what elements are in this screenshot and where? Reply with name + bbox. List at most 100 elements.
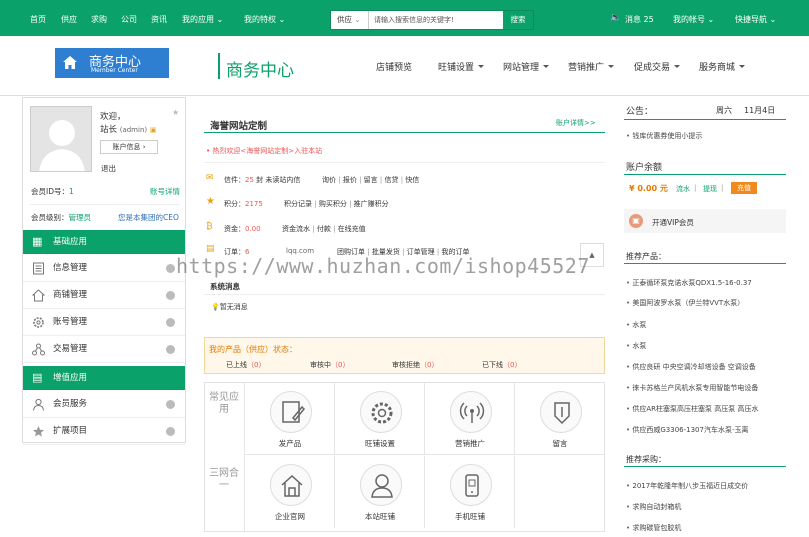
star-icon[interactable]: ★ — [172, 108, 179, 117]
divider — [204, 162, 605, 163]
purchase-item[interactable]: 求购碳管包胶机 — [626, 523, 786, 533]
app-messages[interactable]: 留言 — [515, 383, 605, 455]
quick-nav-menu[interactable]: 快捷导航 ⌄ — [735, 14, 776, 25]
sidebar-item-account[interactable]: 账号管理 — [23, 309, 185, 336]
withdraw-link[interactable]: 提现 — [703, 184, 717, 194]
status-reviewing-label: 审核中 — [310, 361, 331, 369]
user-icon — [33, 398, 44, 411]
purchase-title: 推荐采购： — [626, 455, 666, 464]
sidebar-item-extensions[interactable]: 扩展项目 — [23, 418, 185, 445]
link-earn-points[interactable]: 推广赚积分 — [354, 200, 389, 208]
app-corporate-site[interactable]: 企业官网 — [245, 456, 335, 528]
status-rejected-count: （0） — [420, 361, 439, 369]
recommend-item[interactable]: 徕卡苏格兰产风机水泵专用智能节电设备 — [626, 383, 786, 393]
account-info-button[interactable]: 账户信息 › — [100, 140, 158, 154]
link-message[interactable]: 留言 — [364, 176, 378, 184]
section-value-apps[interactable]: ▤ 增值应用 — [23, 366, 185, 390]
notice-item[interactable]: 钱库优惠券使用小提示 — [626, 131, 786, 141]
top-link-home[interactable]: 首页 — [30, 14, 46, 25]
funds-row: 资金：0.00 — [224, 224, 261, 234]
messages-link[interactable]: 消息 25 — [625, 14, 654, 25]
link-quick-letter[interactable]: 快信 — [405, 176, 419, 184]
search-input[interactable]: 请输入搜索信息的关键字! — [371, 11, 491, 29]
recommend-item[interactable]: 美国阿波罗水泵（伊兰特VVT水泵） — [626, 298, 786, 308]
my-account-menu[interactable]: 我的帐号 ⌄ — [673, 14, 714, 25]
status-reviewing[interactable]: 审核中（0） — [310, 360, 349, 370]
nav-shop-preview[interactable]: 店铺预览 — [376, 60, 412, 73]
my-apps-menu[interactable]: 我的应用 ⌄ — [182, 14, 223, 25]
link-quote[interactable]: 报价 — [343, 176, 357, 184]
link-payment[interactable]: 付款 — [317, 225, 331, 233]
recommend-item[interactable]: 供应西威G3306-1307汽车水泵-玉离 — [626, 425, 786, 435]
house-icon — [270, 464, 312, 506]
sidebar-item-member-service[interactable]: 会员服务 — [23, 391, 185, 418]
top-link-company[interactable]: 公司 — [121, 14, 137, 25]
member-id-value: 1 — [69, 187, 74, 196]
nav-shop-settings[interactable]: 旺铺设置 — [438, 60, 485, 73]
purchase-item[interactable]: 求购自动封箱机 — [626, 502, 786, 512]
recommend-item[interactable]: 供应AR柱塞泵高压柱塞泵 高压泵 高压水 — [626, 404, 786, 414]
account-detail-link-main[interactable]: 账户详情>> — [556, 118, 596, 128]
app-post-product[interactable]: 发产品 — [245, 383, 335, 455]
avatar[interactable] — [30, 106, 92, 172]
letters-links: 询价 | 报价 | 留言 | 信贷 | 快信 — [322, 176, 420, 184]
search-type-select[interactable]: 供应 ⌄ — [331, 11, 369, 29]
account-detail-link[interactable]: 账号详情 — [150, 186, 180, 197]
points-row: 积分：2175 — [224, 199, 263, 209]
app-mobile-shop[interactable]: 手机旺铺 — [425, 456, 515, 528]
app-local-shop[interactable]: 本站旺铺 — [335, 456, 425, 528]
top-link-news[interactable]: 资讯 — [151, 14, 167, 25]
top-link-supply[interactable]: 供应 — [61, 14, 77, 25]
letters-label: 信件： — [224, 176, 245, 184]
letters-count: 25 — [245, 176, 254, 184]
status-online[interactable]: 已上线（0） — [226, 360, 265, 370]
sidebar-item-trade[interactable]: 交易管理 — [23, 336, 185, 363]
recommend-item[interactable]: 正泰循环泵克诺水泵QDX1.5-16-0.37 — [626, 278, 786, 288]
member-center-logo[interactable]: 商务中心 Member Center — [55, 48, 169, 78]
chevron-right-icon: › — [142, 143, 146, 151]
gear-icon — [360, 391, 402, 433]
link-inquiry[interactable]: 询价 — [322, 176, 336, 184]
status-rejected[interactable]: 审核拒绝（0） — [392, 360, 438, 370]
nav-service-mall[interactable]: 服务商城 — [699, 60, 746, 73]
title-divider — [218, 53, 220, 79]
welcome-text: 欢迎， — [100, 112, 126, 122]
member-id: 会员ID号：1 — [31, 186, 74, 197]
app-corporate-site-label: 企业官网 — [275, 512, 305, 521]
app-shop-settings[interactable]: 旺铺设置 — [335, 383, 425, 455]
chevron-down-icon: ⌄ — [707, 15, 715, 24]
sidebar-item-shop[interactable]: 商铺管理 — [23, 282, 185, 309]
nav-site-manage[interactable]: 网站管理 — [503, 60, 550, 73]
status-offline[interactable]: 已下线（0） — [482, 360, 521, 370]
search-button[interactable]: 搜索 — [503, 11, 533, 29]
recommend-item[interactable]: 水泵 — [626, 320, 786, 330]
points-label: 积分： — [224, 200, 245, 208]
common-apps-label: 常见应用 — [209, 392, 239, 415]
recharge-button[interactable]: 充值 — [731, 182, 757, 194]
member-level: 会员级别：管理员 — [31, 212, 91, 223]
link-funds-flow[interactable]: 资金流水 — [282, 225, 310, 233]
link-credit[interactable]: 信贷 — [384, 176, 398, 184]
app-marketing-label: 营销推广 — [455, 439, 485, 448]
app-marketing[interactable]: 营销推广 — [425, 383, 515, 455]
funds-value: 0.00 — [245, 225, 261, 233]
top-link-purchase[interactable]: 求购 — [91, 14, 107, 25]
vip-bar[interactable]: ▣ 开通VIP会员 — [624, 209, 786, 233]
logout-link[interactable]: 退出 — [101, 163, 116, 174]
notice-title: 公告： — [626, 107, 654, 117]
recommend-item[interactable]: 供应良研 中央空调冷却塔设备 空调设备 — [626, 362, 786, 372]
network-icon — [32, 343, 45, 356]
account-info-label: 账户信息 — [112, 143, 141, 151]
nav-marketing[interactable]: 营销推广 — [568, 60, 615, 73]
privileges-menu[interactable]: 我的特权 ⌄ — [244, 14, 285, 25]
flow-link[interactable]: 流水 — [676, 184, 690, 194]
link-points-record[interactable]: 积分记录 — [284, 200, 312, 208]
recommend-item[interactable]: 水泵 — [626, 341, 786, 351]
purchase-item[interactable]: 2017年乾隆年制八步玉福近日成交价 — [626, 481, 786, 491]
welcome-notice: • 热烈欢迎<海誉网站定制>入驻本站 — [206, 147, 323, 155]
link-buy-points[interactable]: 购买积分 — [319, 200, 347, 208]
link-online-recharge[interactable]: 在线充值 — [338, 225, 366, 233]
section-basic-apps[interactable]: ▦ 基础应用 — [23, 230, 185, 254]
sidebar-item-info[interactable]: 信息管理 — [23, 255, 185, 282]
nav-trade[interactable]: 促成交易 — [634, 60, 681, 73]
